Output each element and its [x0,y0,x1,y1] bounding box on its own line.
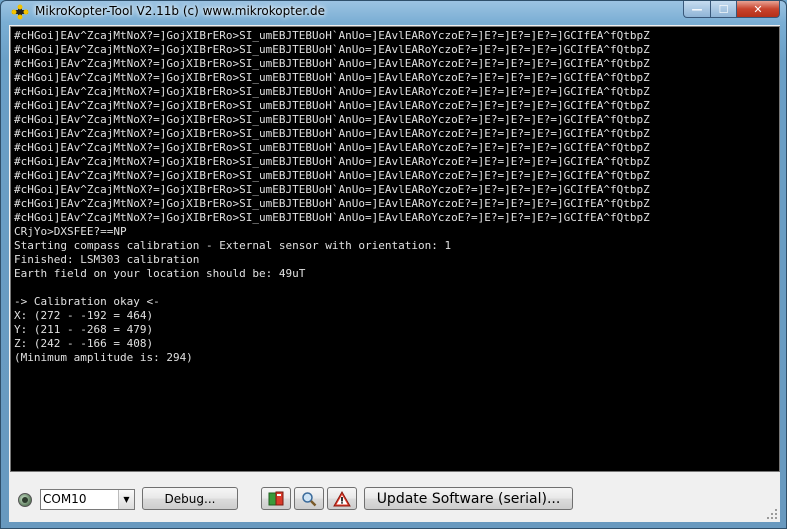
app-window: MikroKopter-Tool V2.11b (c) www.mikrokop… [0,0,787,529]
console-line: X: (272 - -192 = 464) [14,309,154,322]
console-line: Finished: LSM303 calibration [14,253,200,266]
maximize-button[interactable]: ☐ [710,1,736,18]
console-line: #cHGoi]EAv^ZcajMtNoX?=]GojXIBrERo>SI_umE… [14,183,650,196]
console-line: Starting compass calibration - External … [14,239,452,252]
com-port-value: COM10 [43,492,87,506]
minimize-icon: — [691,2,703,16]
console-line: Y: (211 - -268 = 479) [14,323,154,336]
debug-button-label: Debug... [164,491,216,506]
console-line: #cHGoi]EAv^ZcajMtNoX?=]GojXIBrERo>SI_umE… [14,141,650,154]
console-line: -> Calibration okay <- [14,295,160,308]
client-area: #cHGoi]EAv^ZcajMtNoX?=]GojXIBrERo>SI_umE… [9,25,780,522]
console-line: #cHGoi]EAv^ZcajMtNoX?=]GojXIBrERo>SI_umE… [14,99,650,112]
book-button[interactable] [261,487,291,510]
console-line: Earth field on your location should be: … [14,267,306,280]
console-line: #cHGoi]EAv^ZcajMtNoX?=]GojXIBrERo>SI_umE… [14,127,650,140]
update-software-button[interactable]: Update Software (serial)... [364,487,573,510]
caption-buttons: — ☐ ✕ [683,1,780,19]
console-line: #cHGoi]EAv^ZcajMtNoX?=]GojXIBrERo>SI_umE… [14,85,650,98]
console-line: #cHGoi]EAv^ZcajMtNoX?=]GojXIBrERo>SI_umE… [14,43,650,56]
update-software-label: Update Software (serial)... [376,490,561,507]
com-port-select[interactable]: COM10 ▼ [40,489,135,510]
resize-grip-icon[interactable] [766,508,778,520]
window-title: MikroKopter-Tool V2.11b (c) www.mikrokop… [35,4,325,18]
book-icon [268,491,284,505]
console-line: #cHGoi]EAv^ZcajMtNoX?=]GojXIBrERo>SI_umE… [14,197,650,210]
console-line: #cHGoi]EAv^ZcajMtNoX?=]GojXIBrERo>SI_umE… [14,169,650,182]
close-icon: ✕ [753,2,763,16]
console-line: #cHGoi]EAv^ZcajMtNoX?=]GojXIBrERo>SI_umE… [14,113,650,126]
console-line: (Minimum amplitude is: 294) [14,351,193,364]
mikrokopter-app-icon [11,4,29,20]
minimize-button[interactable]: — [683,1,710,18]
terminal-output: #cHGoi]EAv^ZcajMtNoX?=]GojXIBrERo>SI_umE… [11,27,779,365]
title-bar[interactable]: MikroKopter-Tool V2.11b (c) www.mikrokop… [1,1,787,25]
bottom-toolbar: COM10 ▼ Debug... Update Software (serial… [9,479,780,514]
console-line: #cHGoi]EAv^ZcajMtNoX?=]GojXIBrERo>SI_umE… [14,29,650,42]
chevron-down-icon[interactable]: ▼ [118,490,134,509]
search-button[interactable] [294,487,324,510]
console-line: Z: (242 - -166 = 408) [14,337,154,350]
warning-button[interactable] [327,487,357,510]
close-button[interactable]: ✕ [736,1,780,18]
console-line: #cHGoi]EAv^ZcajMtNoX?=]GojXIBrERo>SI_umE… [14,211,650,224]
magnifier-icon [302,491,317,506]
connection-status-led-icon [18,493,32,507]
console-line: #cHGoi]EAv^ZcajMtNoX?=]GojXIBrERo>SI_umE… [14,155,650,168]
warning-icon [333,490,351,506]
terminal-console[interactable]: #cHGoi]EAv^ZcajMtNoX?=]GojXIBrERo>SI_umE… [10,26,780,472]
console-line: #cHGoi]EAv^ZcajMtNoX?=]GojXIBrERo>SI_umE… [14,57,650,70]
debug-button[interactable]: Debug... [142,487,238,510]
maximize-icon: ☐ [718,2,729,16]
console-line: #cHGoi]EAv^ZcajMtNoX?=]GojXIBrERo>SI_umE… [14,71,650,84]
console-line: CRjYo>DXSFEE?==NP [14,225,127,238]
